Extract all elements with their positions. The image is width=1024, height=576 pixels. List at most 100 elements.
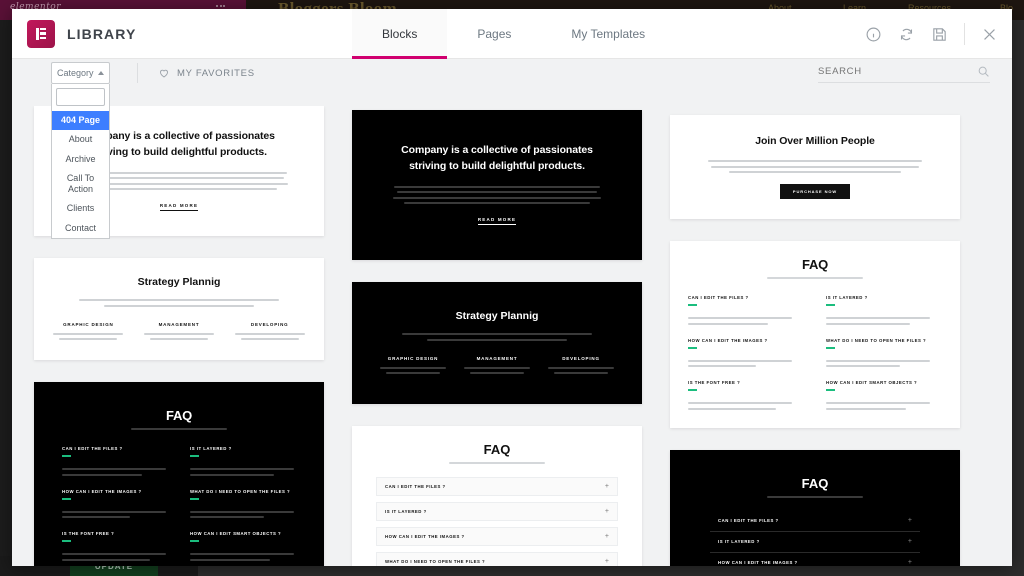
search-box[interactable]	[818, 65, 990, 83]
tab-blocks[interactable]: Blocks	[352, 9, 448, 59]
faq-answer	[826, 317, 942, 325]
plus-icon[interactable]: +	[908, 517, 912, 524]
faq-question: CAN I EDIT THE FILES ?	[62, 446, 123, 452]
faq-title: FAQ	[483, 442, 511, 458]
faq-accordion-block: FAQ CAN I EDIT THE FILES ? + IS IT LAYERE…	[352, 426, 642, 566]
faq-title: FAQ	[801, 257, 829, 273]
header-actions	[865, 9, 998, 59]
read-more-button[interactable]: READ MORE	[477, 217, 517, 226]
accordion-list: CAN I EDIT THE FILES ? + IS IT LAYERED ? +…	[376, 477, 618, 566]
strategy-columns: GRAPHIC DESIGN MANAGEMENT DEVELOPING	[378, 356, 616, 375]
plus-icon[interactable]: +	[605, 508, 609, 515]
category-option-contact[interactable]: Contact	[52, 219, 109, 238]
tab-my-templates-label: My Templates	[571, 27, 646, 41]
save-icon[interactable]	[931, 26, 948, 43]
accordion-row[interactable]: IS IT LAYERED ? +	[710, 532, 920, 553]
category-dropdown-toggle[interactable]: Category	[51, 62, 110, 84]
accordion-row[interactable]: IS IT LAYERED ? +	[376, 502, 618, 522]
template-card-faq-dark[interactable]: FAQ CAN I EDIT THE FILES ? HOW CAN I EDI…	[34, 382, 324, 566]
card-inner: FAQ CAN I EDIT THE FILES ? HOW CAN I EDI…	[34, 382, 324, 566]
cta-body-text	[696, 160, 934, 174]
tab-blocks-label: Blocks	[382, 27, 418, 41]
category-option-archive[interactable]: Archive	[52, 150, 109, 169]
card-inner: Strategy Plannig GRAPHIC DESIGN MANAGEME…	[352, 282, 642, 405]
faq-column-left: CAN I EDIT THE FILES ? HOW CAN I EDIT TH…	[62, 446, 168, 561]
read-more-button[interactable]: READ MORE	[159, 203, 199, 212]
template-card-faq-accordion-light[interactable]: FAQ CAN I EDIT THE FILES ? + IS IT LAYERE…	[352, 426, 642, 566]
info-icon[interactable]	[865, 26, 882, 43]
template-grid-scroll[interactable]: Company is a collective of passionates s…	[12, 106, 1012, 566]
faq-item: WHAT DO I NEED TO OPEN THE FILES ?	[826, 338, 942, 368]
accordion-row[interactable]: WHAT DO I NEED TO OPEN THE FILES ? +	[376, 552, 618, 566]
my-favorites-filter[interactable]: MY FAVORITES	[158, 67, 255, 79]
faq-answer	[826, 402, 942, 410]
strategy-column-developing: DEVELOPING	[546, 356, 616, 375]
category-dropdown-menu: 404 Page About Archive Call To Action Cl…	[51, 84, 110, 239]
plus-icon[interactable]: +	[605, 558, 609, 565]
accordion-question: HOW CAN I EDIT THE IMAGES ?	[718, 560, 798, 566]
search-input[interactable]	[818, 66, 958, 77]
accordion-row[interactable]: CAN I EDIT THE FILES ? +	[710, 511, 920, 532]
plus-icon[interactable]: +	[605, 483, 609, 490]
strategy-column-management: MANAGEMENT	[141, 322, 218, 341]
faq-accent-bar	[62, 455, 71, 458]
faq-item: CAN I EDIT THE FILES ?	[62, 446, 168, 476]
category-option-about[interactable]: About	[52, 130, 109, 149]
toolbar-divider	[137, 63, 138, 83]
strategy-column-title: DEVELOPING	[250, 321, 289, 327]
plus-icon[interactable]: +	[605, 533, 609, 540]
accordion-row[interactable]: HOW CAN I EDIT THE IMAGES ? +	[376, 527, 618, 547]
accordion-question: HOW CAN I EDIT THE IMAGES ?	[385, 534, 465, 540]
card-inner: Company is a collective of passionates s…	[352, 110, 642, 261]
tab-pages-label: Pages	[477, 27, 512, 41]
template-column-3: Join Over Million People PURCHASE NOW FA…	[670, 106, 960, 566]
template-card-faq-accordion-dark[interactable]: FAQ CAN I EDIT THE FILES ? + IS IT LAYERE…	[670, 449, 960, 566]
cta-block: Join Over Million People PURCHASE NOW	[670, 115, 960, 219]
faq-answer	[688, 359, 804, 368]
close-icon[interactable]	[981, 26, 998, 43]
faq-accent-bar	[826, 304, 835, 307]
plus-icon[interactable]: +	[908, 538, 912, 545]
tab-my-templates[interactable]: My Templates	[541, 9, 675, 59]
modal-tabs: Blocks Pages My Templates	[352, 9, 675, 59]
faq-answer	[190, 510, 296, 519]
hero-body-text	[392, 185, 602, 205]
tab-pages[interactable]: Pages	[447, 9, 541, 59]
faq-question: HOW CAN I EDIT SMART OBJECTS ?	[826, 380, 918, 386]
accordion-question: IS IT LAYERED ?	[718, 539, 760, 545]
strategy-columns: GRAPHIC DESIGN MANAGEMENT DEVELOPING	[50, 322, 308, 341]
category-option-call-to-action[interactable]: Call To Action	[52, 169, 109, 200]
strategy-column-title: GRAPHIC DESIGN	[387, 355, 439, 361]
accordion-question: CAN I EDIT THE FILES ?	[718, 518, 779, 524]
chevron-up-icon	[98, 71, 104, 75]
faq-question: IS THE FONT FREE ?	[62, 531, 115, 537]
faq-title: FAQ	[165, 408, 193, 424]
strategy-column-title: GRAPHIC DESIGN	[63, 321, 114, 327]
template-card-faq-light[interactable]: FAQ CAN I EDIT THE FILES ? HOW CAN I EDI…	[670, 241, 960, 428]
strategy-column-title: MANAGEMENT	[476, 355, 518, 361]
template-card-strategy-dark[interactable]: Strategy Plannig GRAPHIC DESIGN MANAGEME…	[352, 282, 642, 405]
faq-accent-bar	[62, 540, 71, 543]
category-filter-input[interactable]	[56, 88, 105, 106]
category-option-404-page[interactable]: 404 Page	[52, 111, 109, 131]
search-icon[interactable]	[977, 65, 990, 78]
template-grid: Company is a collective of passionates s…	[12, 106, 1012, 566]
template-card-cta[interactable]: Join Over Million People PURCHASE NOW	[670, 115, 960, 220]
category-option-clients[interactable]: Clients	[52, 199, 109, 218]
sync-icon[interactable]	[898, 26, 915, 43]
library-modal: LIBRARY Blocks Pages My Templates Catego…	[12, 9, 1012, 566]
strategy-column-developing: DEVELOPING	[231, 322, 308, 341]
faq-item: IS THE FONT FREE ?	[62, 531, 168, 561]
strategy-block: Strategy Plannig GRAPHIC DESIGN MANAGEME…	[362, 292, 632, 394]
template-card-strategy-light[interactable]: Strategy Plannig GRAPHIC DESIGN MANAGEME…	[34, 258, 324, 361]
template-card-hero-dark[interactable]: Company is a collective of passionates s…	[352, 110, 642, 261]
accordion-question: WHAT DO I NEED TO OPEN THE FILES ?	[385, 559, 486, 565]
heart-icon	[160, 69, 168, 78]
faq-accent-bar	[190, 540, 199, 543]
purchase-now-button[interactable]: PURCHASE NOW	[779, 184, 851, 200]
accordion-row[interactable]: HOW CAN I EDIT THE IMAGES ? +	[710, 553, 920, 566]
background-left-rail	[0, 20, 12, 576]
plus-icon[interactable]: +	[908, 559, 912, 566]
faq-answer	[62, 468, 168, 476]
accordion-row[interactable]: CAN I EDIT THE FILES ? +	[376, 477, 618, 497]
